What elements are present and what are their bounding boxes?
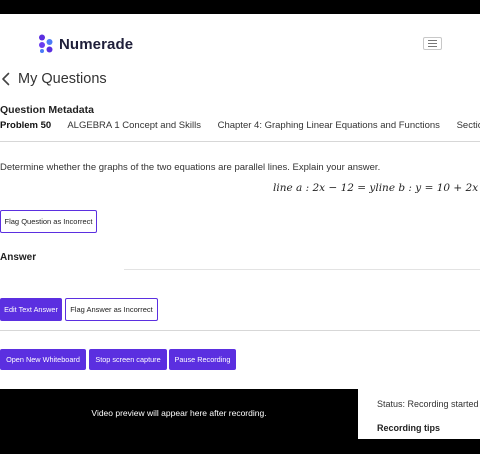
metadata-row: Problem 50 ALGEBRA 1 Concept and Skills … — [0, 120, 480, 131]
book-title[interactable]: ALGEBRA 1 Concept and Skills — [67, 120, 201, 131]
page-title: My Questions — [18, 71, 107, 87]
pause-recording-button[interactable]: Pause Recording — [169, 349, 236, 370]
brand-logo[interactable]: Numerade — [37, 34, 133, 54]
metadata-heading: Question Metadata — [0, 104, 94, 116]
question-equations: line a : 2x − 12 = yline b : y = 10 + 2x — [273, 182, 479, 194]
edit-text-answer-button[interactable]: Edit Text Answer — [0, 298, 62, 321]
back-navigation: My Questions — [0, 70, 107, 88]
question-text: Determine whether the graphs of the two … — [0, 162, 381, 173]
divider — [0, 141, 480, 142]
answer-heading: Answer — [0, 252, 37, 263]
video-preview: Video preview will appear here after rec… — [0, 389, 358, 454]
site-header: Numerade — [0, 14, 480, 72]
page-content: Numerade My Questions Question Metadata … — [0, 14, 480, 389]
hamburger-menu-icon — [428, 40, 437, 41]
numerade-logo-icon — [39, 34, 53, 53]
brand-name: Numerade — [59, 35, 134, 53]
answer-area — [124, 269, 480, 270]
section-title[interactable]: Section 7: — [457, 120, 480, 131]
recording-status-panel: Status: Recording started Recording tips — [358, 389, 480, 439]
problem-number: Problem 50 — [0, 120, 52, 131]
chapter-title[interactable]: Chapter 4: Graphing Linear Equations and… — [218, 120, 440, 131]
flag-question-button[interactable]: Flag Question as Incorrect — [0, 210, 97, 233]
stop-screen-capture-button[interactable]: Stop screen capture — [89, 349, 167, 370]
video-preview-text: Video preview will appear here after rec… — [91, 408, 267, 418]
flag-answer-button[interactable]: Flag Answer as Incorrect — [65, 298, 158, 321]
hamburger-menu-button[interactable] — [423, 37, 442, 50]
open-whiteboard-button[interactable]: Open New Whiteboard — [0, 349, 86, 370]
recording-status: Status: Recording started — [377, 399, 479, 409]
recording-tips-heading: Recording tips — [377, 423, 441, 433]
top-black-bar — [0, 0, 480, 14]
divider — [0, 330, 480, 331]
chevron-left-icon[interactable] — [1, 72, 11, 86]
